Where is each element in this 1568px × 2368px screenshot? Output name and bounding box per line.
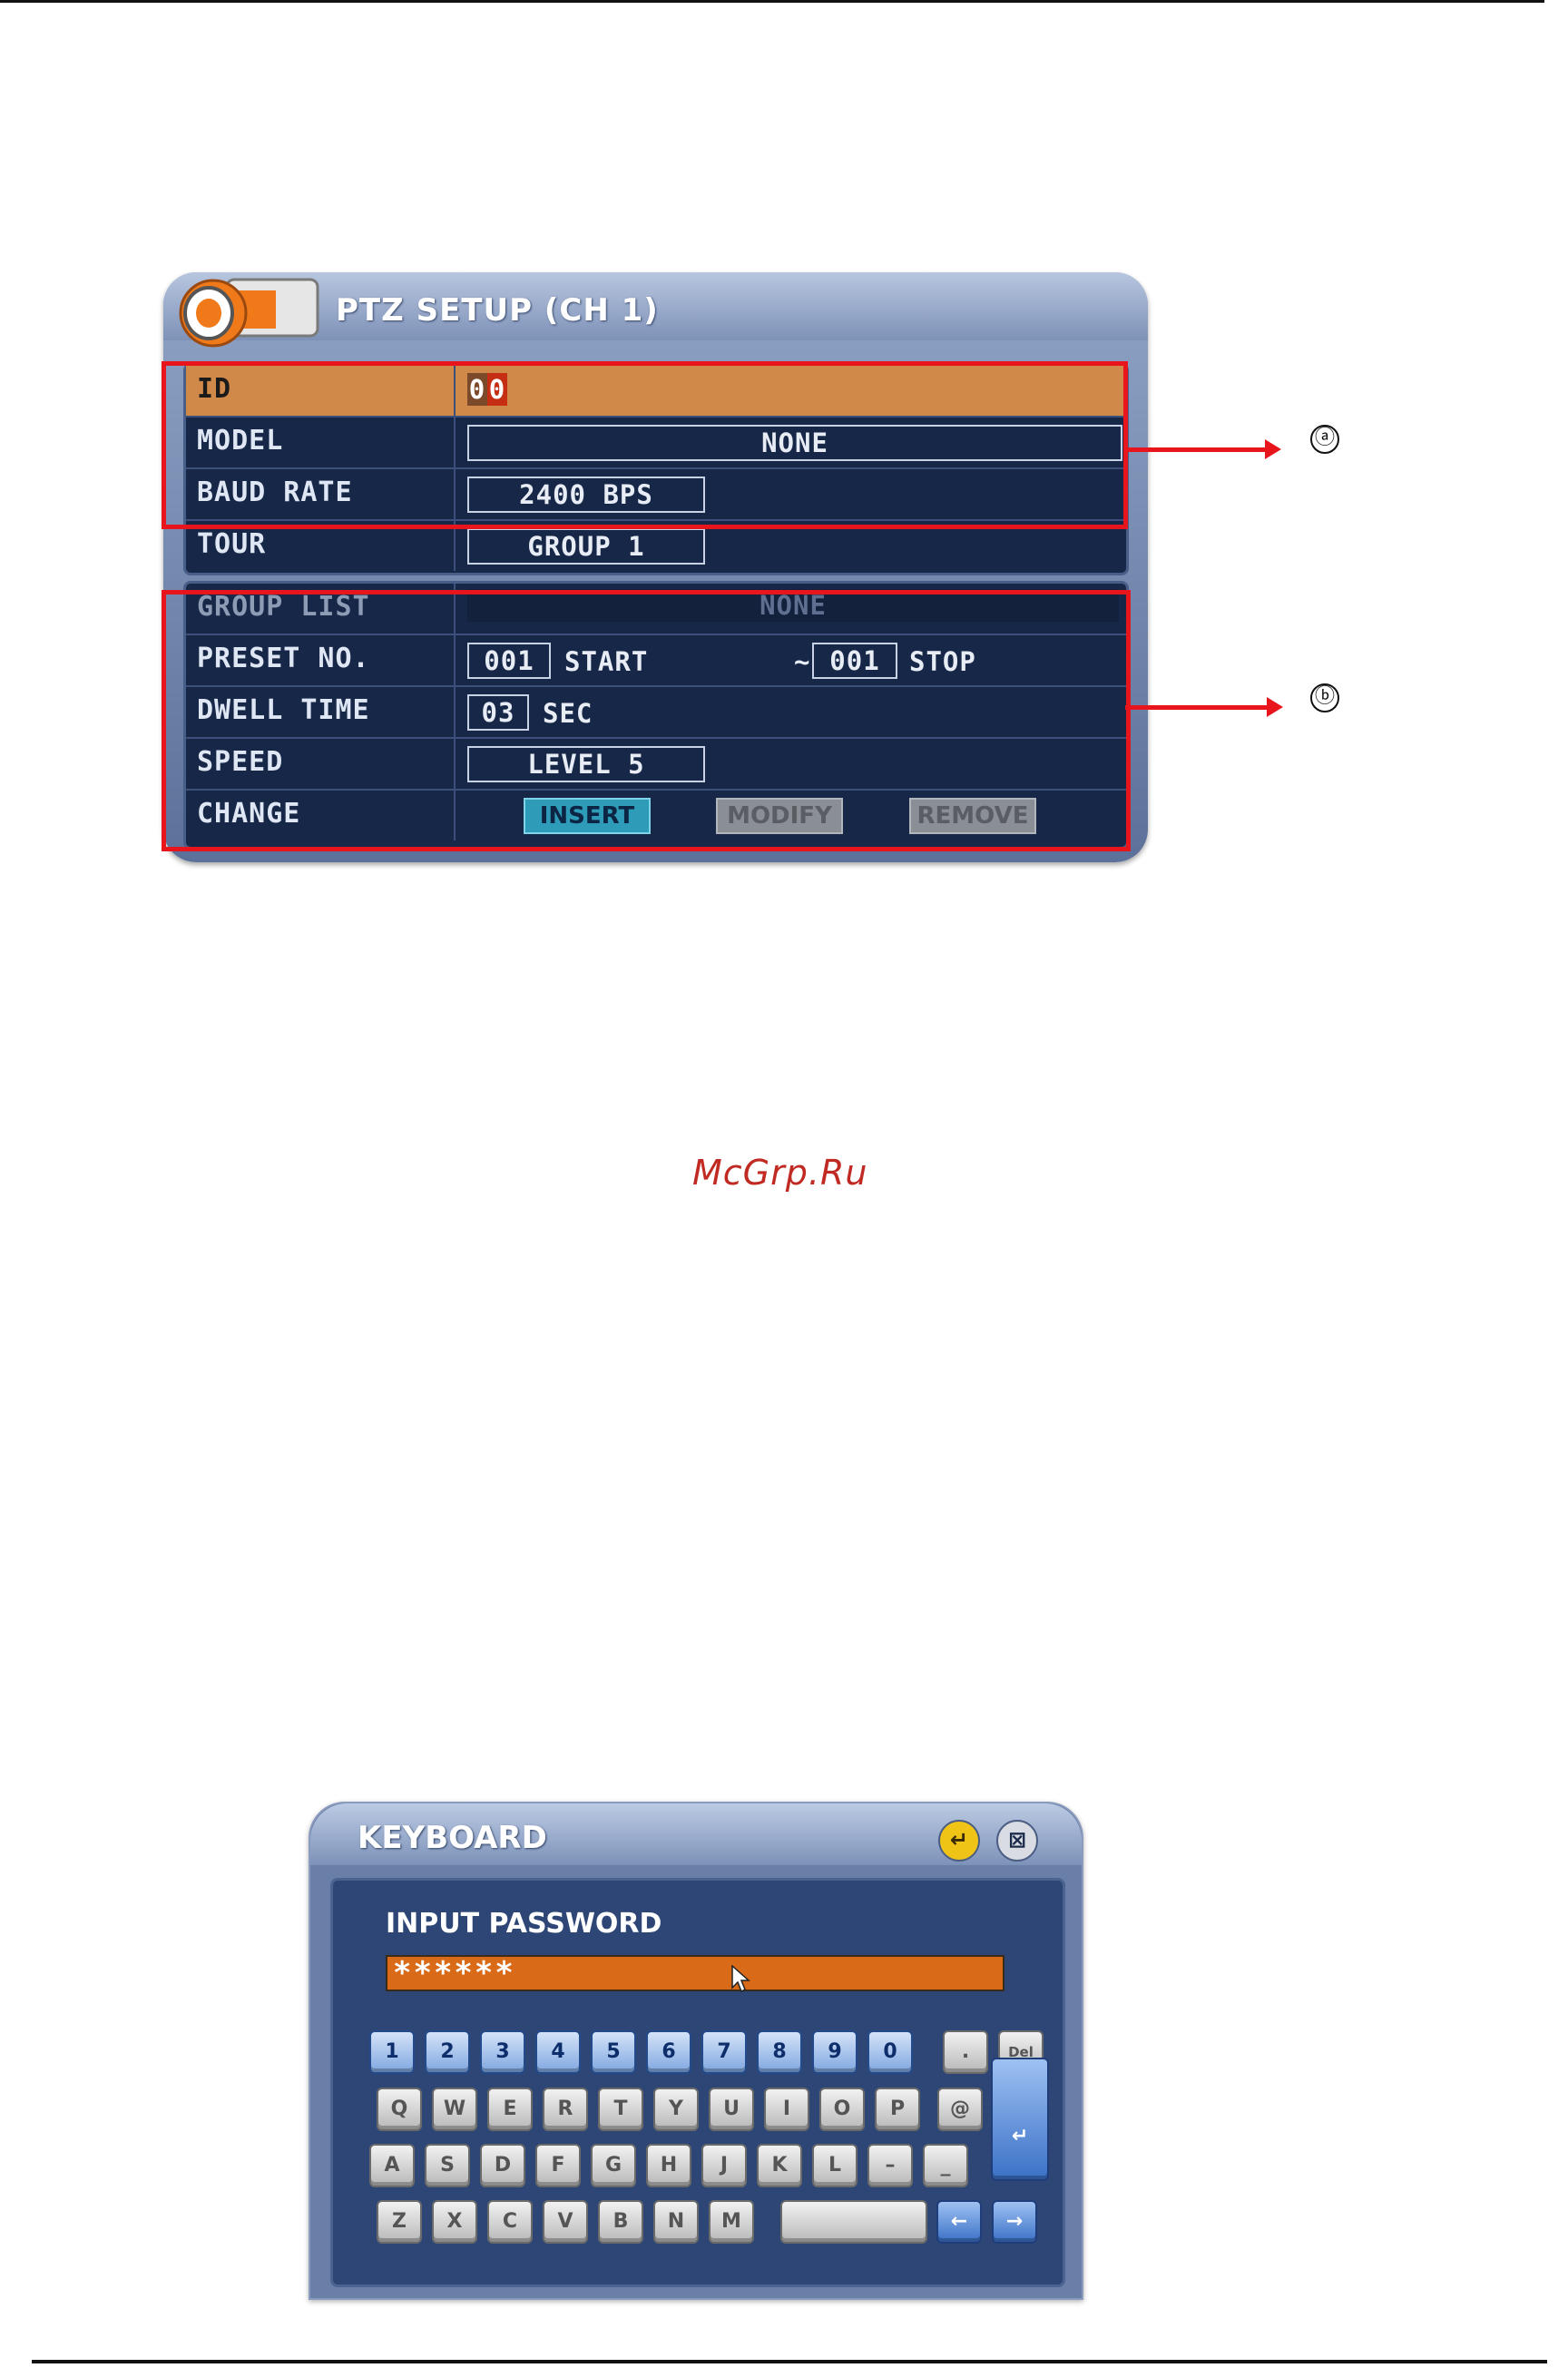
key-t[interactable]: T (598, 2088, 643, 2131)
key-p[interactable]: P (875, 2088, 920, 2131)
key-a[interactable]: A (369, 2144, 415, 2187)
camera-icon (179, 278, 319, 348)
key-0[interactable]: 0 (867, 2030, 913, 2074)
key-j[interactable]: J (701, 2144, 747, 2187)
key-64[interactable]: @ (937, 2088, 983, 2131)
key-x[interactable]: X (432, 2200, 477, 2244)
key-g[interactable]: G (591, 2144, 636, 2187)
annotation-label-b: ⓑ (1310, 683, 1339, 712)
key-z[interactable]: Z (377, 2200, 422, 2244)
annotation-arrow-b (1125, 697, 1283, 717)
enter-key[interactable]: ↵ (991, 2058, 1049, 2181)
key-1[interactable]: 1 (369, 2030, 415, 2074)
key-3[interactable]: 3 (480, 2030, 525, 2074)
ptz-title: PTZ SETUP (CH 1) (336, 292, 659, 329)
key-u[interactable]: U (709, 2088, 754, 2131)
keyboard-body: INPUT PASSWORD ****** 1 2 3 4 5 6 7 8 9 0. Del Q W E R… (330, 1878, 1065, 2287)
key-s[interactable]: S (425, 2144, 470, 2187)
tour-label: TOUR (197, 528, 267, 560)
key-q[interactable]: Q (377, 2088, 422, 2131)
key-o[interactable]: O (819, 2088, 865, 2131)
key-l[interactable]: L (812, 2144, 858, 2187)
password-input[interactable]: ****** (386, 1955, 1004, 1993)
key-i[interactable]: I (764, 2088, 809, 2131)
key-8211[interactable]: – (867, 2144, 913, 2187)
key-k[interactable]: K (757, 2144, 802, 2187)
key-v[interactable]: V (543, 2200, 588, 2244)
key-d[interactable]: D (480, 2144, 525, 2187)
key-e[interactable]: E (487, 2088, 533, 2131)
key-9[interactable]: 9 (812, 2030, 858, 2074)
left-arrow-key[interactable]: ← (936, 2200, 982, 2244)
key-n[interactable]: N (653, 2200, 699, 2244)
key-95[interactable]: _ (923, 2144, 968, 2187)
space-bar-key[interactable] (780, 2200, 927, 2244)
close-icon[interactable]: ⊠ (996, 1820, 1038, 1862)
enter-icon[interactable]: ↵ (938, 1820, 980, 1862)
annotation-box-a (162, 361, 1128, 529)
tour-select[interactable]: GROUP 1 (467, 528, 705, 565)
key-w[interactable]: W (432, 2088, 477, 2131)
key-m[interactable]: M (709, 2200, 754, 2244)
key-7[interactable]: 7 (701, 2030, 747, 2074)
key-2[interactable]: 2 (425, 2030, 470, 2074)
key-8[interactable]: 8 (757, 2030, 802, 2074)
annotation-box-b (162, 590, 1131, 851)
keyboard-dialog: KEYBOARD ↵ ⊠ INPUT PASSWORD ****** 12345… (309, 1802, 1083, 2300)
key-46[interactable]: . (943, 2030, 988, 2074)
annotation-label-a: ⓐ (1310, 425, 1339, 454)
key-6[interactable]: 6 (646, 2030, 691, 2074)
key-b[interactable]: B (598, 2200, 643, 2244)
mouse-cursor-icon (731, 1964, 750, 1993)
key-h[interactable]: H (646, 2144, 691, 2187)
key-5[interactable]: 5 (591, 2030, 636, 2074)
bottom-rule (32, 2360, 1547, 2363)
top-rule (0, 0, 1544, 3)
key-y[interactable]: Y (653, 2088, 699, 2131)
annotation-arrow-a (1123, 439, 1281, 459)
password-value: ****** (393, 1955, 515, 1991)
right-arrow-key[interactable]: → (992, 2200, 1037, 2244)
watermark: McGrp.Ru (692, 1153, 868, 1193)
key-f[interactable]: F (535, 2144, 581, 2187)
keyboard-title: KEYBOARD (358, 1820, 547, 1856)
key-r[interactable]: R (543, 2088, 588, 2131)
key-4[interactable]: 4 (535, 2030, 581, 2074)
key-c[interactable]: C (487, 2200, 533, 2244)
input-prompt: INPUT PASSWORD (386, 1908, 662, 1940)
